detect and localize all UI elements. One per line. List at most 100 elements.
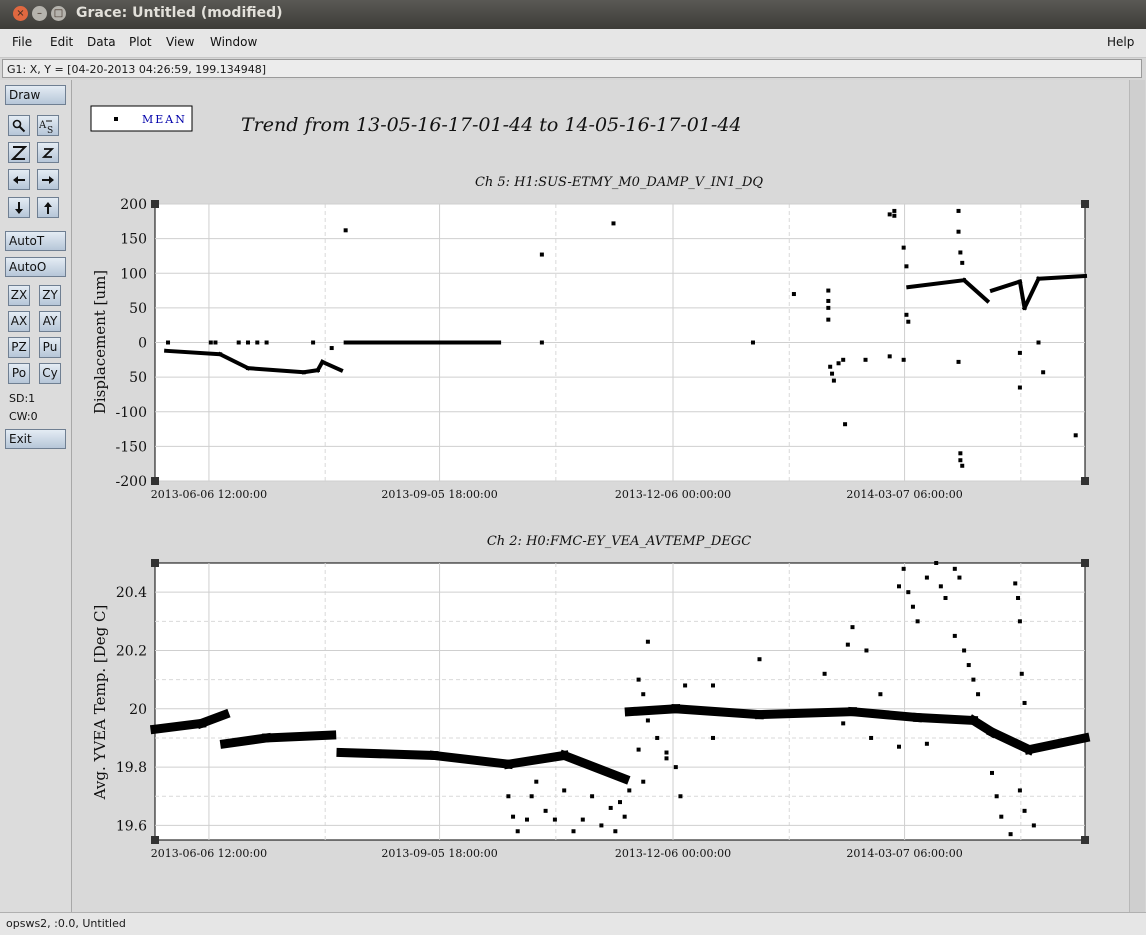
menu-view[interactable]: View [166, 35, 194, 49]
chart1-corner-handle[interactable] [1081, 200, 1089, 208]
chart2-point [901, 566, 906, 571]
chart2-point [711, 683, 715, 688]
toolbar: Draw AS AutoT AutoO ZX ZY AX AY PZ Pu Po… [0, 80, 72, 912]
chart2-corner-handle[interactable] [151, 836, 159, 844]
chart1-point [901, 245, 906, 250]
chart1-point [826, 305, 831, 310]
chart1-point [887, 354, 892, 359]
chart2-trend-segment [149, 718, 207, 735]
ay-button[interactable]: AY [39, 311, 61, 332]
chart1-point [956, 359, 961, 364]
zoom-out-button[interactable] [37, 142, 59, 163]
po-button[interactable]: Po [8, 363, 30, 384]
vertical-scrollbar[interactable] [1129, 80, 1145, 912]
chart-temperature: Ch 2: H0:FMC-EY_VEA_AVTEMP_DEGC 20.4 20.2… [91, 534, 1091, 860]
chart2-point [943, 595, 948, 600]
zx-button[interactable]: ZX [8, 285, 30, 306]
chart1-point [1017, 350, 1022, 355]
zy-button[interactable]: ZY [39, 285, 61, 306]
chart2-point [1013, 581, 1018, 586]
chart1-xtick-label: 2014-03-07 06:00:00 [846, 488, 962, 501]
chart2-trend-segment [336, 747, 439, 761]
chart2-corner-handle[interactable] [1081, 836, 1089, 844]
chart1-corner-handle[interactable] [1081, 477, 1089, 485]
draw-button[interactable]: Draw [5, 85, 66, 105]
chart2-xtick-label: 2013-06-06 12:00:00 [151, 847, 267, 860]
chart2-point [1022, 700, 1027, 705]
chart1-point [826, 317, 831, 322]
autoo-button[interactable]: AutoO [5, 257, 66, 277]
chart1-point [901, 357, 906, 362]
pu-button[interactable]: Pu [39, 337, 61, 358]
chart2-point [990, 770, 994, 775]
chart1-point [311, 340, 316, 345]
chart2-point [878, 692, 883, 697]
scroll-up-button[interactable] [37, 197, 59, 218]
chart2-point [515, 829, 520, 834]
minimize-window-button[interactable]: – [32, 6, 47, 21]
text-tool-button[interactable]: AS [37, 115, 59, 136]
zoom-in-icon [10, 146, 28, 160]
chart1-point [843, 422, 848, 427]
chart1-point [828, 364, 833, 369]
menu-plot[interactable]: Plot [129, 35, 152, 49]
chart2-point [562, 788, 567, 793]
chart2-point [897, 584, 901, 589]
chart2-point [552, 817, 557, 822]
scroll-left-button[interactable] [8, 169, 30, 190]
chart2-point [683, 683, 688, 688]
chart2-trend-segment [754, 707, 858, 720]
chart1-point [956, 229, 961, 234]
chart1-point [841, 357, 846, 362]
menu-data[interactable]: Data [87, 35, 116, 49]
chart1-point [213, 340, 218, 345]
chart2-point [534, 779, 539, 784]
scroll-down-button[interactable] [8, 197, 30, 218]
chart1-point [960, 463, 965, 468]
ax-button[interactable]: AX [8, 311, 30, 332]
chart1-corner-handle[interactable] [151, 477, 159, 485]
arrow-up-icon [44, 202, 52, 214]
chart2-point [529, 794, 534, 799]
chart2-point [511, 814, 516, 819]
chart2-point [845, 642, 850, 647]
menu-file[interactable]: File [12, 35, 32, 49]
chart2-point [673, 765, 678, 770]
chart2-point [952, 566, 957, 571]
chart1-point [892, 208, 897, 213]
scroll-right-button[interactable] [37, 169, 59, 190]
pz-button[interactable]: PZ [8, 337, 30, 358]
chart1-corner-handle[interactable] [151, 200, 159, 208]
chart1-point [892, 213, 897, 218]
chart1-point [329, 346, 334, 351]
menu-window[interactable]: Window [210, 35, 257, 49]
zoom-in-button[interactable] [8, 142, 30, 163]
graph-canvas[interactable]: MEAN Trend from 13-05-16-17-01-44 to 14-… [72, 80, 1129, 912]
chart2-ytick-label: 20 [129, 702, 147, 718]
close-window-button[interactable]: × [13, 6, 28, 21]
chart2-point [571, 829, 576, 834]
chart1-ytick-label: -100 [116, 405, 147, 421]
chart2-xtick-label: 2013-12-06 00:00:00 [615, 847, 731, 860]
maximize-window-button[interactable]: □ [51, 6, 66, 21]
chart2-point [641, 692, 646, 697]
menu-help[interactable]: Help [1107, 35, 1134, 49]
chart1-point [958, 451, 963, 456]
autot-button[interactable]: AutoT [5, 231, 66, 251]
chart2-corner-handle[interactable] [1081, 559, 1089, 567]
chart2-point [580, 817, 585, 822]
cy-button[interactable]: Cy [39, 363, 61, 384]
chart2-corner-handle[interactable] [151, 559, 159, 567]
chart2-point [506, 794, 511, 799]
chart1-point [958, 458, 963, 463]
chart1-point [1041, 370, 1046, 375]
chart2-point [664, 756, 669, 761]
zoom-tool-button[interactable] [8, 115, 30, 136]
chart2-point [757, 657, 762, 662]
chart2-point [1008, 832, 1013, 837]
chart1-point [343, 228, 348, 233]
chart2-point [525, 817, 529, 822]
chart1-point [246, 340, 250, 345]
exit-button[interactable]: Exit [5, 429, 66, 449]
menu-edit[interactable]: Edit [50, 35, 73, 49]
